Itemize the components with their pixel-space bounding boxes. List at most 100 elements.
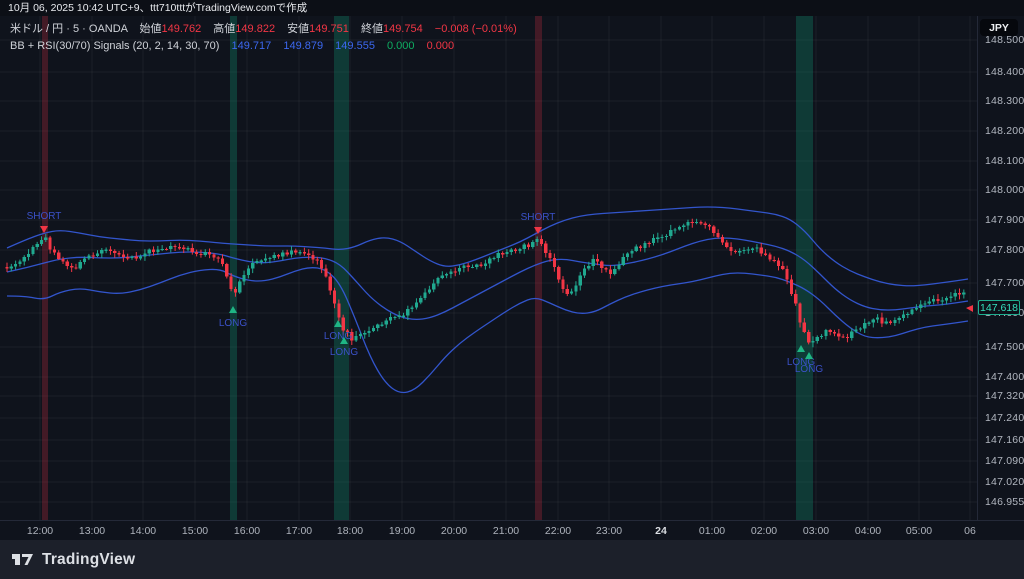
symbol-legend-row[interactable]: 米ドル / 円 · 5 · OANDA 始値149.762 高値149.822 … xyxy=(10,21,517,37)
candle xyxy=(320,260,323,268)
candle xyxy=(329,276,332,290)
last-price-badge: 147.618 xyxy=(978,300,1020,315)
candle xyxy=(773,260,776,261)
candle xyxy=(880,317,883,323)
separator-dot: · xyxy=(82,23,86,35)
candle xyxy=(480,265,483,266)
candle xyxy=(544,244,547,253)
candle xyxy=(337,303,340,317)
candle xyxy=(497,253,500,258)
candle xyxy=(876,317,879,319)
price-axis-label: 148.500 xyxy=(985,34,1024,46)
candle xyxy=(704,224,707,226)
chart-canvas[interactable]: SHORTLONGLONGLONGSHORTLONGLONG xyxy=(0,16,977,520)
price-axis-label: 147.500 xyxy=(985,341,1024,353)
candle xyxy=(781,266,784,269)
candle xyxy=(66,262,69,266)
candle xyxy=(829,330,832,332)
candle xyxy=(57,252,60,258)
candle xyxy=(613,269,616,274)
candle xyxy=(441,276,444,279)
candle xyxy=(372,328,375,331)
candle xyxy=(428,290,431,293)
attribution-bar: 10月 06, 2025 10:42 UTC+9、ttt710tttがTradi… xyxy=(0,0,1024,16)
candle xyxy=(208,252,211,254)
candle xyxy=(18,261,21,264)
candle xyxy=(268,258,271,259)
footer-bar: TradingView xyxy=(0,540,1024,579)
candle xyxy=(14,264,17,267)
candle xyxy=(609,270,612,274)
open-label: 始値 xyxy=(139,23,161,35)
candle xyxy=(768,255,771,260)
candle xyxy=(855,329,858,331)
candle xyxy=(760,247,763,253)
candle xyxy=(182,248,185,249)
indicator-legend-row[interactable]: BB + RSI(30/70) Signals (20, 2, 14, 30, … xyxy=(10,38,517,54)
candle xyxy=(445,274,448,276)
candle xyxy=(911,310,914,315)
candle xyxy=(549,253,552,258)
tradingview-brand-text[interactable]: TradingView xyxy=(42,551,135,569)
candle xyxy=(307,253,310,254)
candle xyxy=(100,250,103,253)
time-axis-label: 17:00 xyxy=(286,525,312,537)
price-axis[interactable]: JPY 148.500148.400148.300148.200148.1001… xyxy=(977,16,1024,520)
price-axis-label: 147.800 xyxy=(985,244,1024,256)
candle xyxy=(699,222,702,224)
candle xyxy=(837,334,840,337)
candle xyxy=(708,225,711,226)
price-axis-label: 147.090 xyxy=(985,455,1024,467)
candle xyxy=(363,333,366,334)
candle xyxy=(333,290,336,303)
candle xyxy=(617,265,620,269)
candle xyxy=(717,233,720,237)
price-axis-label: 147.400 xyxy=(985,371,1024,383)
candle xyxy=(941,300,944,301)
tradingview-chart-page: 10月 06, 2025 10:42 UTC+9、ttt710tttがTradi… xyxy=(0,0,1024,579)
indicator-params: (20, 2, 14, 30, 70) xyxy=(133,40,220,52)
candle xyxy=(936,299,939,301)
tradingview-logo-icon[interactable] xyxy=(12,551,34,568)
candle xyxy=(87,256,90,259)
candle xyxy=(561,280,564,289)
candle xyxy=(406,309,409,316)
candle xyxy=(113,251,116,253)
candle xyxy=(342,318,345,331)
candle xyxy=(540,239,543,244)
candle xyxy=(510,250,513,252)
candle xyxy=(820,336,823,337)
candle xyxy=(122,254,125,257)
candle xyxy=(553,258,556,267)
candle xyxy=(790,280,793,295)
candle xyxy=(673,229,676,230)
candle xyxy=(204,252,207,255)
candle xyxy=(574,286,577,292)
candle xyxy=(74,268,77,269)
candle xyxy=(359,334,362,336)
candle xyxy=(415,303,418,308)
price-axis-label: 146.955 xyxy=(985,496,1024,508)
candle xyxy=(872,320,875,323)
candle xyxy=(954,293,957,297)
candle xyxy=(514,250,517,252)
candle xyxy=(243,275,246,282)
candle xyxy=(230,277,233,289)
time-axis[interactable]: 12:0013:0014:0015:0016:0017:0018:0019:00… xyxy=(0,520,1024,540)
candle xyxy=(665,236,668,237)
chart-area[interactable]: SHORTLONGLONGLONGSHORTLONGLONG 米ドル / 円 ·… xyxy=(0,16,977,520)
candle xyxy=(902,314,905,318)
candle xyxy=(725,242,728,247)
price-axis-label: 147.700 xyxy=(985,277,1024,289)
bb-upper-line xyxy=(7,207,968,286)
candle xyxy=(570,291,573,293)
time-axis-label: 02:00 xyxy=(751,525,777,537)
candle xyxy=(286,253,289,255)
candle xyxy=(70,266,73,268)
candle xyxy=(169,246,172,249)
chart-legend[interactable]: 米ドル / 円 · 5 · OANDA 始値149.762 高値149.822 … xyxy=(10,21,517,55)
candle xyxy=(557,267,560,280)
candle xyxy=(199,254,202,255)
candle xyxy=(807,332,810,343)
candle xyxy=(682,226,685,227)
